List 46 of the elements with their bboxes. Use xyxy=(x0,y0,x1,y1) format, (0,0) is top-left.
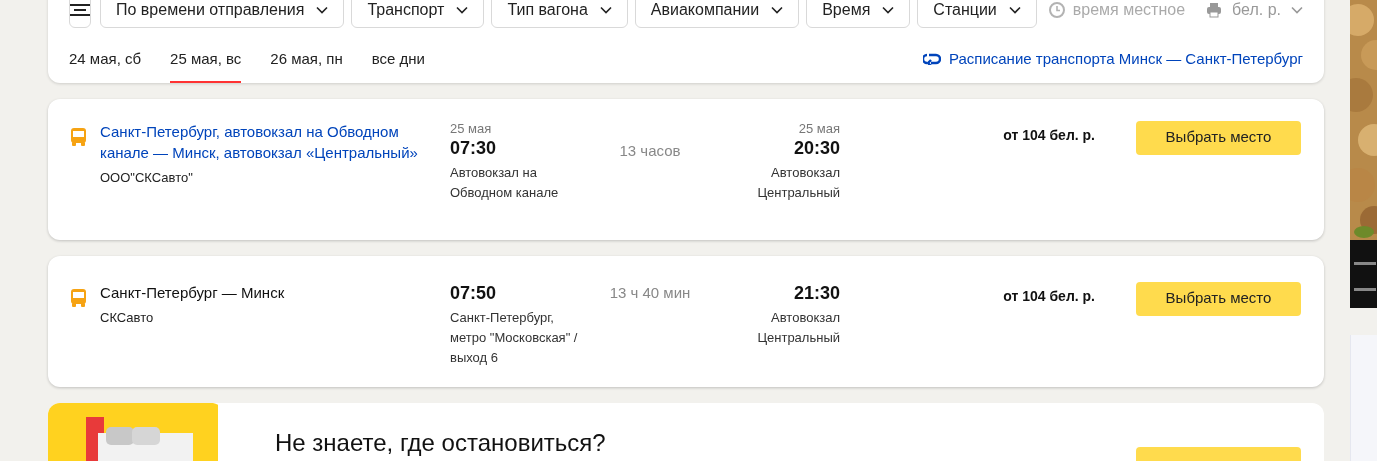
local-time-note: время местное xyxy=(1072,0,1186,20)
filter-dropdown[interactable]: По времени отправления xyxy=(100,0,345,28)
bus-icon xyxy=(70,287,87,308)
arrival-time: 21:30 xyxy=(793,281,840,304)
date-tab[interactable]: 25 мая, вс xyxy=(170,48,242,83)
departure-date: 25 мая xyxy=(450,120,493,137)
chevron-down-icon xyxy=(1291,6,1303,14)
carrier-name: ООО"СКСавто" xyxy=(100,168,194,187)
menu-icon xyxy=(70,4,90,16)
date-tab[interactable]: 24 мая, сб xyxy=(69,48,142,83)
schedule-link[interactable]: Расписание транспорта Минск — Санкт-Петербург xyxy=(922,48,1303,83)
filter-dropdown[interactable]: Тип вагона xyxy=(491,0,628,28)
filter-dropdown[interactable]: Транспорт xyxy=(351,0,485,28)
promo-title: Не знаете, где остановиться? xyxy=(275,427,606,458)
departure-station: Автовокзал на Обводном канале xyxy=(450,163,560,202)
carrier-name: СКСавто xyxy=(100,308,155,327)
filter-dropdown[interactable]: Авиакомпании xyxy=(634,0,800,28)
trip-duration: 13 часов xyxy=(619,140,681,161)
arrival-station: Автовокзал Центральный xyxy=(756,163,840,202)
chevron-down-icon xyxy=(771,6,784,14)
date-tab[interactable]: 26 мая, пн xyxy=(270,48,343,83)
route-link[interactable]: Санкт-Петербург — Минск xyxy=(100,281,435,303)
menu-button[interactable] xyxy=(69,0,91,28)
select-seat-button[interactable]: Выбрать место xyxy=(1136,281,1301,316)
departure-time: 07:50 xyxy=(450,281,498,304)
arrival-date: 25 мая xyxy=(798,120,840,137)
select-seat-button[interactable]: Выбрать место xyxy=(1136,120,1301,155)
swap-icon xyxy=(922,53,941,66)
price-label: от 104 бел. р. xyxy=(1003,125,1095,145)
chevron-down-icon xyxy=(882,6,895,14)
chevron-down-icon xyxy=(599,6,612,14)
chevron-down-icon xyxy=(316,6,329,14)
clock-icon xyxy=(1048,2,1065,18)
filter-dropdown[interactable]: Время xyxy=(806,0,911,28)
chevron-down-icon xyxy=(1008,6,1021,14)
route-link[interactable]: Санкт-Петербург, автовокзал на Обводном канале — Минск, автовокзал «Центральный» xyxy=(100,120,435,163)
chevron-down-icon xyxy=(456,6,469,14)
departure-time: 07:30 xyxy=(450,136,498,159)
arrival-station: Автовокзал Центральный xyxy=(756,308,840,347)
date-tab[interactable]: все дни xyxy=(371,48,425,83)
arrival-time: 20:30 xyxy=(793,136,840,159)
filter-dropdown[interactable]: Станции xyxy=(917,0,1037,28)
price-label: от 104 бел. р. xyxy=(1003,286,1095,306)
bus-icon xyxy=(70,126,87,147)
departure-station: Санкт-Петербург, метро "Московская" / выход 6 xyxy=(450,308,579,367)
trip-duration: 13 ч 40 мин xyxy=(609,282,691,303)
